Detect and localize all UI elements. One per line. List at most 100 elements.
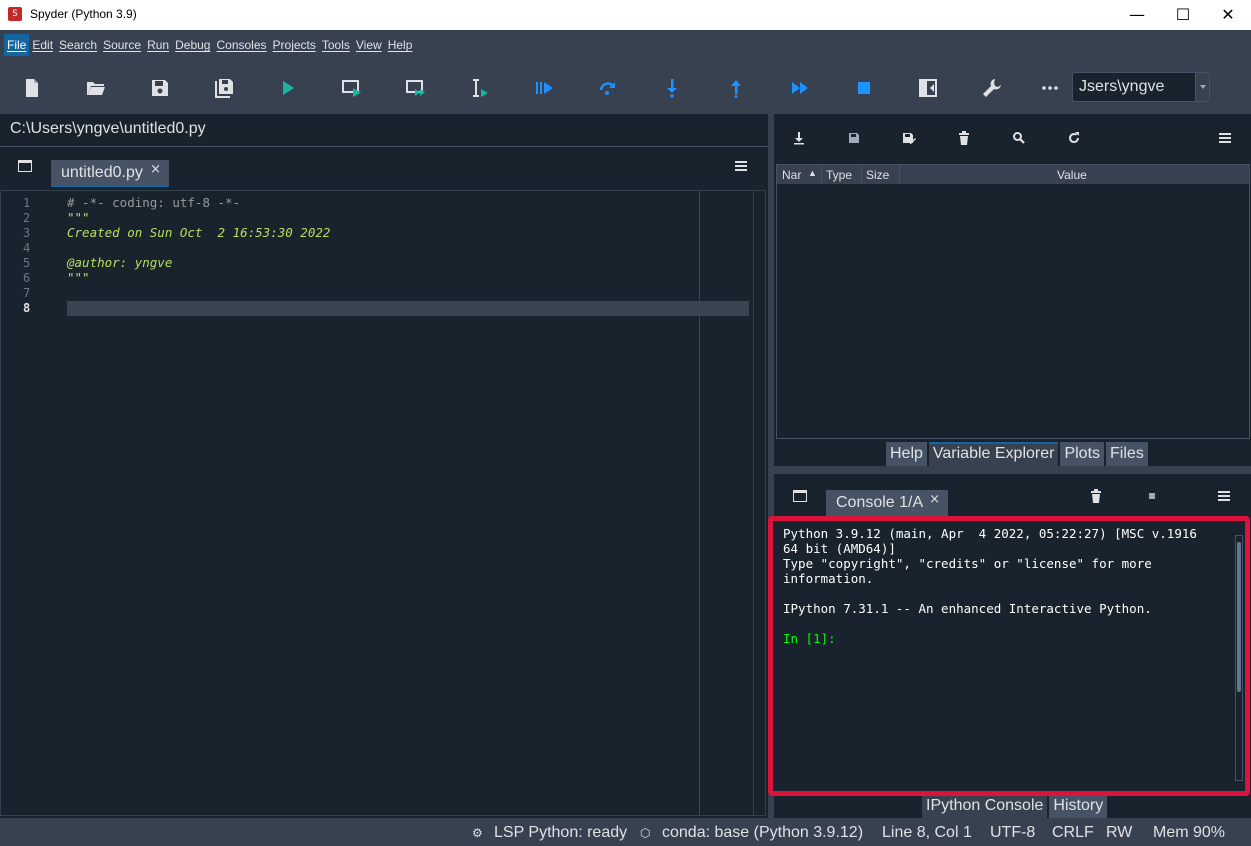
console-scrollbar[interactable] xyxy=(1235,535,1243,781)
menu-run[interactable]: Run xyxy=(144,34,172,56)
save-data-icon[interactable] xyxy=(845,129,863,147)
editor-scrollbar[interactable] xyxy=(753,191,765,815)
interrupt-kernel-icon[interactable] xyxy=(1143,487,1161,505)
ipython-console-output[interactable]: Python 3.9.12 (main, Apr 4 2022, 05:22:2… xyxy=(768,516,1250,796)
menu-view[interactable]: View xyxy=(353,34,385,56)
status-bar: ⚙ LSP Python: ready ⬡ conda: base (Pytho… xyxy=(0,818,1251,846)
code-line: Created on Sun Oct 2 16:53:30 2022 xyxy=(67,225,331,240)
maximize-button[interactable]: ☐ xyxy=(1160,0,1206,30)
code-line: @author: yngve xyxy=(67,255,173,270)
working-directory-combobox[interactable]: Jsers\yngve xyxy=(1072,72,1210,102)
close-button[interactable]: ✕ xyxy=(1205,0,1251,30)
lsp-status[interactable]: LSP Python: ready xyxy=(494,824,627,842)
tab-untitled0[interactable]: untitled0.py × xyxy=(51,160,169,187)
open-file-icon[interactable] xyxy=(82,74,110,102)
preferences-icon[interactable] xyxy=(978,74,1006,102)
remove-all-variables-icon[interactable] xyxy=(955,129,973,147)
menu-search[interactable]: Search xyxy=(56,34,100,56)
refresh-icon[interactable] xyxy=(1065,129,1083,147)
conda-env-icon: ⬡ xyxy=(640,826,651,840)
console-tab-label: Console 1/A xyxy=(836,494,924,511)
conda-env-status[interactable]: conda: base (Python 3.9.12) xyxy=(662,824,863,842)
line-number: 1 xyxy=(23,196,31,210)
debug-icon[interactable] xyxy=(530,74,558,102)
menu-edit[interactable]: Edit xyxy=(29,34,56,56)
line-number: 7 xyxy=(23,286,31,300)
menu-file[interactable]: File xyxy=(4,34,30,56)
tab-history[interactable]: History xyxy=(1049,794,1108,818)
menu-source[interactable]: Source xyxy=(100,34,144,56)
import-data-icon[interactable] xyxy=(790,129,808,147)
variable-table[interactable]: Nar ▲ Type Size Value xyxy=(776,164,1250,439)
close-tab-icon[interactable]: × xyxy=(150,162,161,177)
stop-icon[interactable] xyxy=(850,74,878,102)
save-icon[interactable] xyxy=(146,74,174,102)
run-cell-advance-icon[interactable] xyxy=(402,74,430,102)
console-prompt: In [1]: xyxy=(783,631,836,646)
memory-usage: Mem 90% xyxy=(1153,824,1226,841)
tab-ipython-console[interactable]: IPython Console xyxy=(922,794,1048,818)
chevron-down-icon[interactable] xyxy=(1195,73,1209,101)
maximize-pane-icon[interactable] xyxy=(914,74,942,102)
menu-help[interactable]: Help xyxy=(385,34,416,56)
tab-console-1a[interactable]: Console 1/A × xyxy=(826,490,948,517)
console-scrollbar-thumb[interactable] xyxy=(1237,542,1241,692)
code-line: """ xyxy=(67,210,90,225)
save-data-as-icon[interactable] xyxy=(900,129,918,147)
current-line-highlight xyxy=(67,301,749,316)
run-cell-icon[interactable] xyxy=(338,74,366,102)
variable-explorer-pane: Nar ▲ Type Size Value Help Variable Expl… xyxy=(774,114,1251,470)
console-output-line: information. xyxy=(783,571,874,586)
tab-files[interactable]: Files xyxy=(1106,442,1148,466)
title-bar: S Spyder (Python 3.9) — ☐ ✕ xyxy=(0,0,1251,30)
step-over-icon[interactable] xyxy=(594,74,622,102)
menu-projects[interactable]: Projects xyxy=(270,34,319,56)
editor-file-path: C:\Users\yngve\untitled0.py xyxy=(10,120,206,137)
editor-tab-label: untitled0.py xyxy=(61,164,143,181)
console-output-line: Type "copyright", "credits" or "license"… xyxy=(783,556,1152,571)
remove-all-icon[interactable] xyxy=(1087,487,1105,505)
pane-splitter-horizontal[interactable] xyxy=(774,466,1251,474)
tab-plots[interactable]: Plots xyxy=(1060,442,1105,466)
column-header-name[interactable]: Nar xyxy=(782,168,801,182)
console-output-line: Python 3.9.12 (main, Apr 4 2022, 05:22:2… xyxy=(783,526,1197,541)
menu-consoles[interactable]: Consoles xyxy=(213,34,269,56)
tab-variable-explorer[interactable]: Variable Explorer xyxy=(928,442,1059,466)
main-toolbar xyxy=(0,60,1251,114)
sort-ascending-icon: ▲ xyxy=(808,168,817,178)
editor-pane: C:\Users\yngve\untitled0.py untitled0.py… xyxy=(0,114,768,818)
browse-consoles-icon[interactable] xyxy=(793,490,807,502)
step-return-icon[interactable] xyxy=(722,74,750,102)
column-header-size[interactable]: Size xyxy=(866,168,889,182)
line-number-gutter: 1 2 3 4 5 6 7 8 xyxy=(1,191,63,815)
more-icon[interactable] xyxy=(1036,74,1064,102)
new-file-icon[interactable] xyxy=(18,74,46,102)
console-output-line: IPython 7.31.1 -- An enhanced Interactiv… xyxy=(783,601,1152,616)
column-header-type[interactable]: Type xyxy=(826,168,852,182)
menu-debug[interactable]: Debug xyxy=(172,34,213,56)
browse-tabs-icon[interactable] xyxy=(18,160,32,172)
editor-options-menu-icon[interactable] xyxy=(735,161,747,171)
line-number: 6 xyxy=(23,271,31,285)
save-all-icon[interactable] xyxy=(210,74,238,102)
step-into-icon[interactable] xyxy=(658,74,686,102)
menu-tools[interactable]: Tools xyxy=(319,34,353,56)
window-title: Spyder (Python 3.9) xyxy=(30,7,137,21)
lsp-status-icon: ⚙ xyxy=(472,826,483,840)
close-console-tab-icon[interactable]: × xyxy=(929,492,940,507)
run-selection-icon[interactable] xyxy=(466,74,494,102)
code-editor[interactable]: 1 2 3 4 5 6 7 8 # -*- coding: utf-8 -*- … xyxy=(0,190,766,816)
tab-help[interactable]: Help xyxy=(886,442,927,466)
file-encoding: UTF-8 xyxy=(990,824,1036,841)
continue-icon[interactable] xyxy=(786,74,814,102)
console-options-menu-icon[interactable] xyxy=(1218,491,1230,501)
run-icon[interactable] xyxy=(274,74,302,102)
minimize-button[interactable]: — xyxy=(1114,0,1160,30)
variable-explorer-options-icon[interactable] xyxy=(1219,133,1231,143)
code-line: # -*- coding: utf-8 -*- xyxy=(67,195,241,210)
code-line: """ xyxy=(67,270,90,285)
column-header-value[interactable]: Value xyxy=(1057,168,1087,182)
search-icon[interactable] xyxy=(1010,129,1028,147)
bottom-right-tabbar: IPython Console History xyxy=(922,794,1109,818)
line-number: 2 xyxy=(23,211,31,225)
